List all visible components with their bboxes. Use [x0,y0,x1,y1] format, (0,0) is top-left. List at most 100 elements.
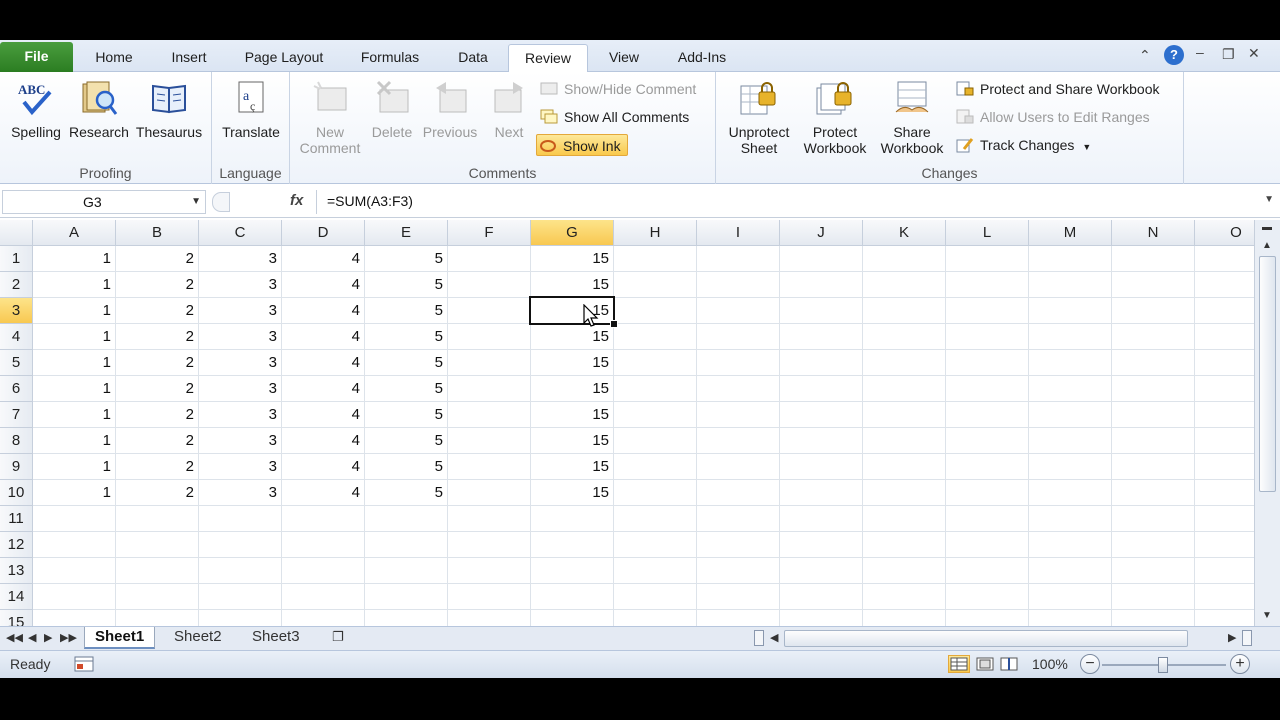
cell-d4[interactable]: 4 [282,324,365,350]
cell-h11[interactable] [614,506,697,532]
cell-l10[interactable] [946,480,1029,506]
cell-e11[interactable] [365,506,448,532]
cell-e1[interactable]: 5 [365,246,448,272]
cell-e4[interactable]: 5 [365,324,448,350]
cell-o1[interactable] [1195,246,1254,272]
cell-g6[interactable]: 15 [531,376,614,402]
cell-d1[interactable]: 4 [282,246,365,272]
cell-n15[interactable] [1112,610,1195,626]
cell-n12[interactable] [1112,532,1195,558]
cell-k14[interactable] [863,584,946,610]
cell-d10[interactable]: 4 [282,480,365,506]
cell-f12[interactable] [448,532,531,558]
cell-g5[interactable]: 15 [531,350,614,376]
cell-l15[interactable] [946,610,1029,626]
cell-e10[interactable]: 5 [365,480,448,506]
spelling-button[interactable]: ABC Spelling [6,78,66,140]
cell-a11[interactable] [33,506,116,532]
cell-j3[interactable] [780,298,863,324]
cell-e2[interactable]: 5 [365,272,448,298]
cell-k15[interactable] [863,610,946,626]
cell-b6[interactable]: 2 [116,376,199,402]
cell-e14[interactable] [365,584,448,610]
tab-formulas[interactable]: Formulas [348,44,432,72]
cell-o5[interactable] [1195,350,1254,376]
cell-h3[interactable] [614,298,697,324]
next-sheet-icon[interactable]: ▶ [44,631,52,644]
row-header-1[interactable]: 1 [0,246,33,272]
cell-k7[interactable] [863,402,946,428]
translate-button[interactable]: a ç Translate [216,78,286,140]
cell-a9[interactable]: 1 [33,454,116,480]
cell-e15[interactable] [365,610,448,626]
cell-l13[interactable] [946,558,1029,584]
column-header-i[interactable]: I [697,220,780,246]
cell-e5[interactable]: 5 [365,350,448,376]
cell-m12[interactable] [1029,532,1112,558]
cell-b4[interactable]: 2 [116,324,199,350]
cell-l6[interactable] [946,376,1029,402]
cell-c10[interactable]: 3 [199,480,282,506]
cell-c12[interactable] [199,532,282,558]
row-header-4[interactable]: 4 [0,324,33,350]
column-header-b[interactable]: B [116,220,199,246]
cell-a15[interactable] [33,610,116,626]
tab-file[interactable]: File [0,42,73,72]
last-sheet-icon[interactable]: ▶▶ [60,631,77,644]
cell-i8[interactable] [697,428,780,454]
cell-e7[interactable]: 5 [365,402,448,428]
split-handle-icon[interactable]: ▬ [1262,222,1272,233]
cell-c7[interactable]: 3 [199,402,282,428]
cell-n4[interactable] [1112,324,1195,350]
row-header-14[interactable]: 14 [0,584,33,610]
delete-comment-button[interactable]: Delete [366,78,418,140]
cell-g9[interactable]: 15 [531,454,614,480]
cell-n1[interactable] [1112,246,1195,272]
show-ink-button[interactable]: Show Ink [536,134,628,156]
row-header-12[interactable]: 12 [0,532,33,558]
cell-m9[interactable] [1029,454,1112,480]
scroll-up-icon[interactable]: ▲ [1262,240,1272,251]
cell-b8[interactable]: 2 [116,428,199,454]
cell-h15[interactable] [614,610,697,626]
show-all-comments-button[interactable]: Show All Comments [538,106,689,128]
cell-d8[interactable]: 4 [282,428,365,454]
track-changes-button[interactable]: Track Changes ▼ [954,134,1091,156]
cell-i6[interactable] [697,376,780,402]
cell-d2[interactable]: 4 [282,272,365,298]
cell-n3[interactable] [1112,298,1195,324]
cell-g13[interactable] [531,558,614,584]
cell-m11[interactable] [1029,506,1112,532]
cell-f1[interactable] [448,246,531,272]
cell-k2[interactable] [863,272,946,298]
cell-h7[interactable] [614,402,697,428]
insert-sheet-icon[interactable]: ❐ [322,627,354,649]
window-minimize-icon[interactable]: – [1196,44,1204,60]
first-sheet-icon[interactable]: ◀◀ [6,631,23,644]
column-header-e[interactable]: E [365,220,448,246]
cell-d7[interactable]: 4 [282,402,365,428]
cell-k5[interactable] [863,350,946,376]
cell-c3[interactable]: 3 [199,298,282,324]
cell-j10[interactable] [780,480,863,506]
column-header-a[interactable]: A [33,220,116,246]
cell-j1[interactable] [780,246,863,272]
cell-f5[interactable] [448,350,531,376]
cell-i11[interactable] [697,506,780,532]
cell-g10[interactable]: 15 [531,480,614,506]
cell-j5[interactable] [780,350,863,376]
cell-d3[interactable]: 4 [282,298,365,324]
cell-o4[interactable] [1195,324,1254,350]
cell-d14[interactable] [282,584,365,610]
cell-m4[interactable] [1029,324,1112,350]
cell-f8[interactable] [448,428,531,454]
window-restore-icon[interactable]: ❐ [1222,46,1235,63]
row-header-15[interactable]: 15 [0,610,33,626]
cell-d15[interactable] [282,610,365,626]
cell-e3[interactable]: 5 [365,298,448,324]
row-header-11[interactable]: 11 [0,506,33,532]
cell-b9[interactable]: 2 [116,454,199,480]
scroll-left-icon[interactable]: ◀ [770,631,778,644]
cell-m7[interactable] [1029,402,1112,428]
tab-data[interactable]: Data [444,44,502,72]
